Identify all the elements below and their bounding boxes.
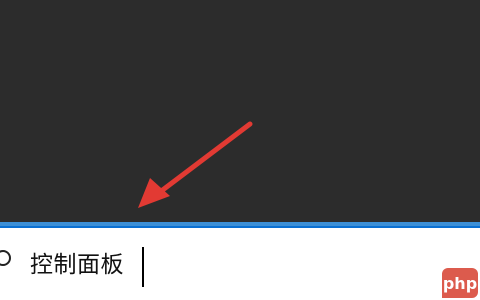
taskbar-search-box[interactable]: 控制面板 php xyxy=(0,226,480,300)
start-menu-panel xyxy=(0,0,480,222)
search-icon xyxy=(0,248,14,270)
search-input[interactable]: 控制面板 xyxy=(30,250,124,280)
watermark-text: php xyxy=(442,273,478,293)
desktop-screen: 控制面板 php xyxy=(0,0,480,300)
watermark-logo: php xyxy=(442,268,478,298)
text-caret xyxy=(142,247,144,287)
